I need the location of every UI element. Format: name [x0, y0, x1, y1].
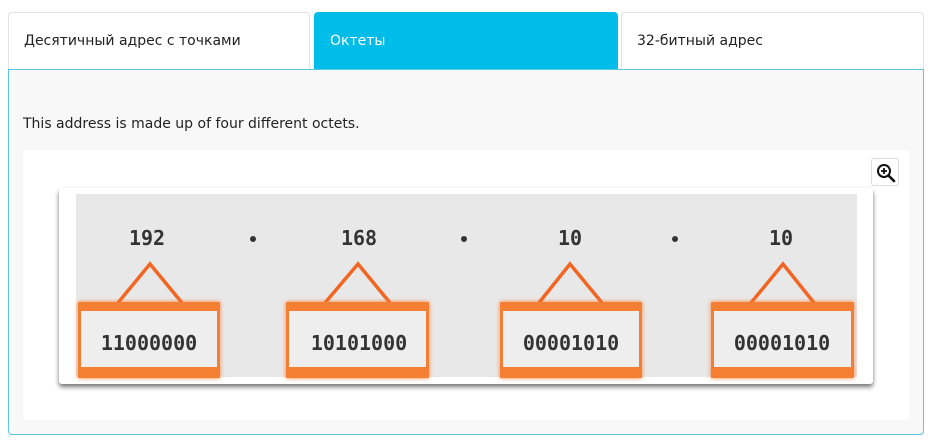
octet-decimal: 192 [129, 226, 165, 250]
octet-decimal: 10 [558, 226, 582, 250]
zoom-in-icon [877, 164, 896, 183]
octet-decimal: 10 [769, 226, 793, 250]
octet-binary: 00001010 [734, 331, 830, 355]
octet-binary: 11000000 [101, 331, 197, 355]
tab-panel: This address is made up of four differen… [8, 69, 924, 435]
octet-decimal: 168 [341, 226, 377, 250]
zoom-button[interactable] [871, 158, 899, 186]
tab-dotted-decimal[interactable]: Десятичный адрес с точками [8, 12, 310, 69]
panel-description: This address is made up of four differen… [23, 116, 360, 132]
octet-binary: 10101000 [311, 331, 407, 355]
tab-bar: Десятичный адрес с точками Октеты 32-бит… [8, 12, 924, 70]
dot-separator [672, 236, 678, 242]
octet-binary: 00001010 [523, 331, 619, 355]
dot-separator [461, 236, 467, 242]
octet-diagram: 192 11000000 168 10101000 10 00001010 10… [59, 188, 873, 384]
tab-32-bit-address[interactable]: 32-битный адрес [621, 12, 924, 69]
dot-separator [250, 236, 256, 242]
octet-diagram-svg: 192 11000000 168 10101000 10 00001010 10… [76, 194, 857, 378]
figure-container: 192 11000000 168 10101000 10 00001010 10… [23, 150, 909, 420]
tab-octets[interactable]: Октеты [314, 12, 618, 70]
